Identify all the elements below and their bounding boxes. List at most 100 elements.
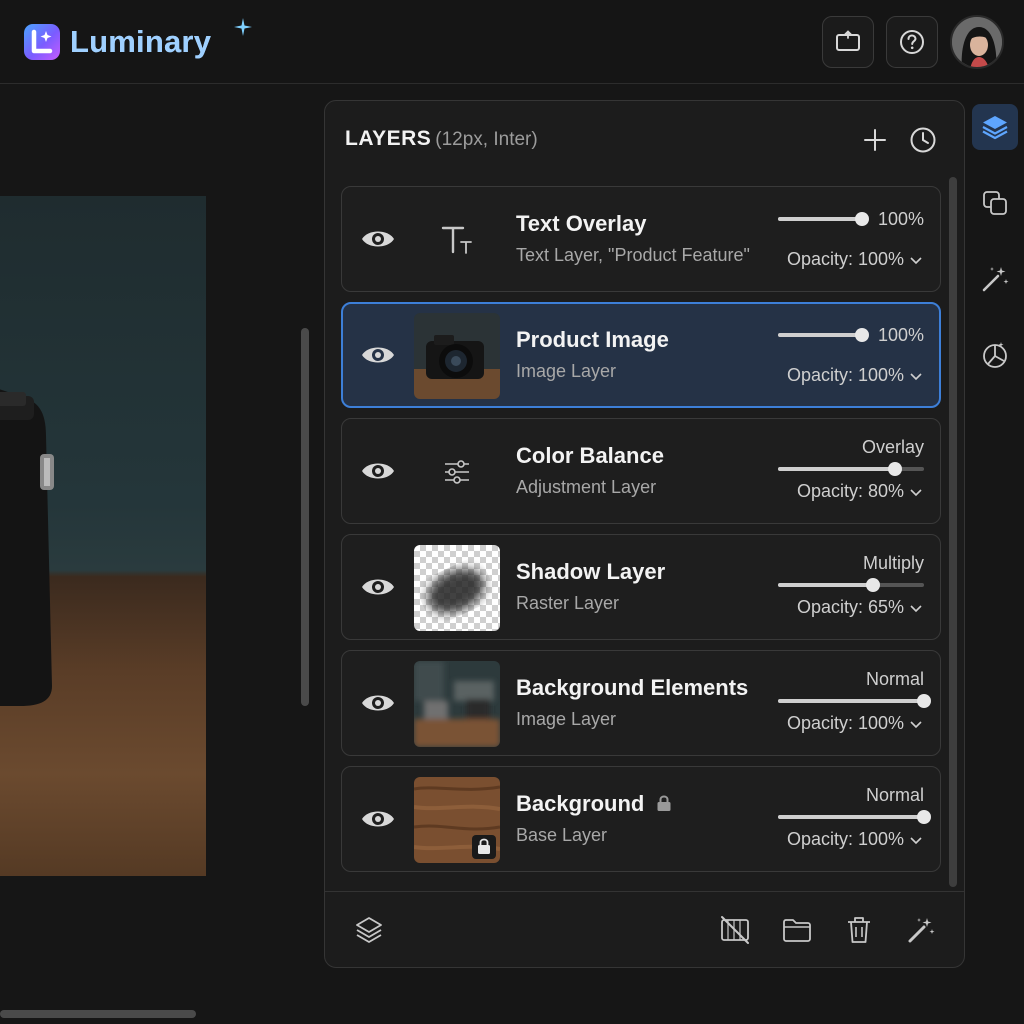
opacity-slider[interactable]: [778, 694, 931, 708]
opacity-dropdown[interactable]: Opacity: 80%: [797, 481, 922, 502]
chevron-down-icon: [910, 257, 922, 265]
opacity-label: Opacity: 100%: [786, 365, 904, 385]
canvas-vertical-scrollbar[interactable]: [301, 328, 309, 706]
folder-icon: [783, 919, 811, 942]
panel-footer: [325, 891, 964, 967]
text-icon: [434, 219, 480, 261]
layer-type: Raster Layer: [516, 593, 620, 613]
layer-opacity-percent: 100%: [877, 325, 924, 345]
mask-off-button[interactable]: [717, 912, 753, 948]
screen-share-icon: [836, 30, 860, 51]
eye-icon[interactable]: [360, 572, 396, 602]
sparkle-icon: [234, 18, 252, 36]
blend-mode[interactable]: Normal: [866, 669, 924, 690]
opacity-slider[interactable]: [778, 810, 931, 824]
layer-row-color-balance[interactable]: Color Balance Adjustment Layer Overlay O…: [341, 418, 941, 524]
layer-opacity-percent: 100%: [877, 209, 924, 229]
layer-type: Base Layer: [516, 825, 608, 845]
layers-stack-button[interactable]: [351, 912, 387, 948]
opacity-label: Opacity: 80%: [796, 481, 904, 501]
layer-name: Shadow Layer: [516, 559, 666, 584]
add-layer-button[interactable]: [858, 123, 892, 157]
canvas-photo-preview[interactable]: [0, 196, 206, 876]
eye-icon[interactable]: [360, 456, 396, 486]
panel-title-note: (12px, Inter): [435, 129, 538, 150]
app-name: Luminary: [70, 24, 212, 59]
app-logo[interactable]: Luminary: [24, 18, 252, 60]
help-icon: [900, 30, 924, 54]
layers-icon: [982, 116, 1008, 140]
opacity-slider[interactable]: [778, 212, 869, 226]
toolbar-magic-wand-button[interactable]: [972, 256, 1018, 302]
duplicate-icon: [983, 191, 1007, 215]
layer-name: Background Elements: [516, 675, 749, 700]
opacity-dropdown[interactable]: Opacity: 100%: [787, 829, 922, 850]
plus-icon: [864, 129, 886, 151]
layer-type: Image Layer: [516, 361, 617, 381]
camera-photo-thumbnail: [414, 313, 500, 399]
layer-name: Color Balance: [516, 443, 664, 468]
new-group-button[interactable]: [779, 912, 815, 948]
layer-row-background-elements[interactable]: Background Elements Image Layer Normal O…: [341, 650, 941, 756]
eye-icon[interactable]: [360, 224, 396, 254]
layer-name: Product Image: [516, 327, 669, 352]
opacity-dropdown[interactable]: Opacity: 100%: [787, 249, 922, 270]
chevron-down-icon: [910, 605, 922, 613]
toolbar-color-adjust-button[interactable]: [972, 332, 1018, 378]
layer-name: Background: [516, 791, 672, 817]
history-button[interactable]: [906, 123, 940, 157]
user-avatar[interactable]: [950, 15, 1004, 69]
panel-scrollbar[interactable]: [949, 177, 957, 887]
blurred-photo-thumbnail: [414, 661, 500, 747]
panel-title: LAYERS (12px, Inter): [345, 127, 538, 151]
history-icon: [910, 127, 936, 153]
mask-off-icon: [721, 916, 749, 944]
opacity-dropdown[interactable]: Opacity: 100%: [787, 365, 922, 386]
blend-mode[interactable]: Overlay: [862, 437, 924, 458]
opacity-dropdown[interactable]: Opacity: 100%: [787, 713, 922, 734]
eye-icon[interactable]: [360, 340, 396, 370]
blend-mode[interactable]: Normal: [866, 785, 924, 806]
delete-layer-button[interactable]: [841, 912, 877, 948]
layer-type: Adjustment Layer: [516, 477, 657, 497]
opacity-label: Opacity: 100%: [786, 713, 904, 733]
trash-icon: [848, 917, 870, 943]
magic-wand-icon: [982, 267, 1009, 292]
chevron-down-icon: [910, 721, 922, 729]
eye-icon[interactable]: [360, 688, 396, 718]
toolbar-duplicate-button[interactable]: [972, 180, 1018, 226]
help-button[interactable]: [886, 16, 938, 68]
color-adjust-icon: [983, 342, 1007, 368]
opacity-dropdown[interactable]: Opacity: 65%: [797, 597, 922, 618]
opacity-label: Opacity: 100%: [786, 249, 904, 269]
layer-row-background[interactable]: Background Base Layer Normal Opacity: 10…: [341, 766, 941, 872]
eye-icon[interactable]: [360, 804, 396, 834]
toolbar-layers-button[interactable]: [972, 104, 1018, 150]
blend-mode[interactable]: Multiply: [863, 553, 924, 574]
opacity-slider[interactable]: [778, 578, 924, 592]
layer-type: Image Layer: [516, 709, 617, 729]
chevron-down-icon: [910, 373, 922, 381]
layer-type: Text Layer, "Product Feature": [516, 245, 750, 265]
chevron-down-icon: [910, 837, 922, 845]
app-header: Luminary: [0, 0, 1024, 84]
sliders-icon: [434, 451, 480, 493]
screen-share-button[interactable]: [822, 16, 874, 68]
opacity-label: Opacity: 65%: [796, 597, 904, 617]
layer-row-shadow-layer[interactable]: Shadow Layer Raster Layer Multiply Opaci…: [341, 534, 941, 640]
lock-icon: [657, 795, 671, 811]
magic-wand-icon: [908, 918, 935, 943]
wood-texture-thumbnail: [414, 777, 500, 863]
chevron-down-icon: [910, 489, 922, 497]
layers-panel: LAYERS (12px, Inter) Text Overlay Text La…: [324, 100, 965, 968]
logo-mark-icon: [24, 24, 60, 60]
panel-title-text: LAYERS: [345, 127, 432, 150]
opacity-label: Opacity: 100%: [786, 829, 904, 849]
magic-wand-button[interactable]: [903, 912, 939, 948]
layer-row-text-overlay[interactable]: Text Overlay Text Layer, "Product Featur…: [341, 186, 941, 292]
layer-name-text: Background: [516, 791, 645, 816]
opacity-slider[interactable]: [778, 462, 924, 476]
opacity-slider[interactable]: [778, 328, 869, 342]
canvas-horizontal-scrollbar[interactable]: [0, 1010, 196, 1018]
layer-row-product-image[interactable]: Product Image Image Layer 100% Opacity: …: [341, 302, 941, 408]
